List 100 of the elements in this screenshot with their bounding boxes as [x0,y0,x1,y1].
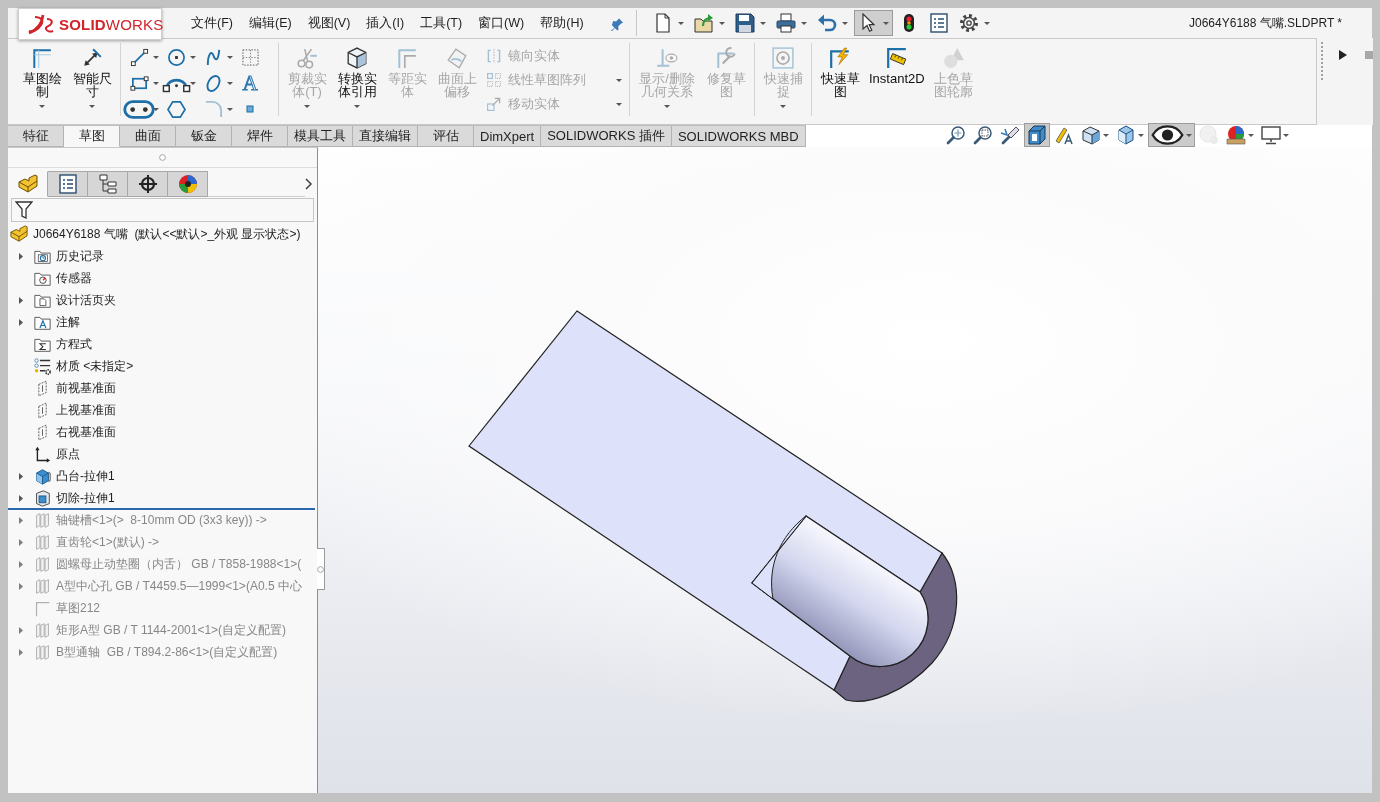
offset-lines-icon [396,47,418,69]
caret-icon [1248,133,1254,137]
ribbon-tab[interactable]: 直接编辑 [353,126,418,147]
ribbon-tab[interactable]: SOLIDWORKS MBD [671,126,806,147]
select-tool-button[interactable] [853,10,893,36]
menu-item[interactable]: 视图(V) [306,12,352,34]
expand-arrow-icon[interactable] [19,252,23,260]
curved-surface-icon [446,47,468,69]
menu-item[interactable]: 窗口(W) [477,12,526,34]
caret-icon [227,107,233,111]
tree-item[interactable]: 材质 <未指定> [8,355,136,377]
tree-item[interactable]: 矩形A型 GB / T 1144-2001<1>(自定义配置) [8,619,289,641]
menu-item[interactable]: 工具(T) [419,12,464,34]
ribbon-tab[interactable]: 草图 [64,126,120,147]
tree-root-item[interactable]: J0664Y6188 气嘴 (默认<<默认>_外观 显示状态>) [8,223,303,245]
property-list-icon [57,174,78,194]
ribbon-tab[interactable]: DimXpert [474,126,542,147]
previous-view-icon [1000,125,1020,145]
tree-item[interactable]: 原点 [8,443,82,465]
expand-arrow-icon[interactable] [19,648,23,656]
panel-tab[interactable] [128,171,168,197]
expand-arrow-icon[interactable] [19,318,23,326]
logo-mark-icon [27,13,55,35]
tree-item[interactable]: 注解 [8,311,82,333]
caret-icon [841,21,848,25]
tree-item[interactable]: 右视基准面 [8,421,118,443]
ribbon-tab[interactable]: 钣金 [176,126,232,147]
tree-item[interactable]: 上视基准面 [8,399,118,421]
view-settings-button[interactable] [1258,123,1292,147]
dashed-plane-icon [37,401,47,419]
expand-arrow-icon[interactable] [19,472,23,480]
ruler-frame-icon [885,47,908,69]
tree-item[interactable]: 直齿轮<1>(默认) -> [8,531,162,553]
printer-icon [775,13,796,33]
smart-dimension-button[interactable]: 智能尺寸 [69,43,115,116]
tree-item[interactable]: 历史记录 [8,245,106,267]
play-arrow-icon [1339,50,1347,60]
menu-item[interactable]: 文件(F) [190,12,234,34]
ribbon-tab[interactable]: 特征 [8,126,64,147]
chevron-right-icon[interactable] [305,178,312,190]
ribbon-tab[interactable]: 曲面 [120,126,176,147]
folder-arrow-icon [693,13,714,33]
caret-icon [153,81,159,85]
funnel-icon [15,201,33,219]
expand-arrow-icon[interactable] [19,516,23,524]
caret-icon [1283,133,1289,137]
dimension-arrow-icon [81,47,103,69]
tree-item[interactable]: B型通轴 GB / T894.2-86<1>(自定义配置) [8,641,280,663]
menu-item[interactable]: 帮助(H) [539,12,585,34]
ribbon-tab[interactable]: 模具工具 [288,126,353,147]
stacked-plates-icon [33,533,51,551]
tree-item[interactable]: A型中心孔 GB / T4459.5—1999<1>(A0.5 中心 [8,575,304,597]
expand-arrow-icon[interactable] [19,494,23,502]
instant2d-button[interactable]: Instant2D [867,43,927,116]
panel-tab[interactable] [168,171,208,197]
tree-item[interactable]: 切除-拉伸1 [8,487,117,509]
ribbon-tab[interactable]: SOLIDWORKS 插件 [541,126,672,147]
caret-icon [1138,133,1144,137]
panel-grip-handle[interactable] [317,548,325,590]
expand-arrow-icon[interactable] [19,296,23,304]
ellipse-icon [203,73,223,93]
cone-sphere-icon [942,47,965,69]
hide-show-button[interactable] [1148,123,1195,147]
expand-arrow-icon[interactable] [19,560,23,568]
caret-icon [718,21,725,25]
tree-item[interactable]: 传感器 [8,267,94,289]
expand-arrow-icon[interactable] [19,538,23,546]
color-wheel-icon [177,174,198,194]
ribbon-tab[interactable]: 焊件 [232,126,288,147]
caret-icon [616,78,622,82]
caret-icon [759,21,766,25]
caret-icon [616,102,622,106]
expand-arrow-icon[interactable] [19,582,23,590]
tree-item[interactable]: 草图212 [8,597,103,619]
color-sphere-icon [1226,125,1246,145]
menu-item[interactable]: 编辑(E) [247,12,293,34]
tree-item[interactable]: 凸台-拉伸1 [8,465,117,487]
sketch-corner-icon [33,599,51,617]
rapid-sketch-button[interactable]: 快速草图 [817,43,863,116]
filter-field[interactable] [11,198,314,222]
tree-item[interactable]: 设计活页夹 [8,289,118,311]
part-block-icon [17,174,38,194]
pencil-letter-icon [1054,125,1074,145]
section-view-button[interactable] [1024,123,1050,147]
scene-button[interactable] [1223,123,1257,147]
menu-item[interactable]: 插入(I) [365,12,406,34]
shaded-cube-icon [1116,125,1136,145]
caret-icon [153,107,159,111]
sketch-button[interactable]: 草图绘制 [19,43,65,116]
caret-icon [664,105,670,108]
tree-item[interactable]: 轴键槽<1>(> 8-10mm OD (3x3 key)) -> [8,509,269,531]
expand-arrow-icon[interactable] [19,626,23,634]
tree-item[interactable]: 圆螺母止动垫圈（内舌） GB / T858-1988<1>( [8,553,304,575]
perpendicular-eye-icon [656,47,678,69]
convert-entities-button[interactable]: 转换实体引用 [334,43,380,116]
tree-item[interactable]: 方程式 [8,333,94,355]
ribbon-tab[interactable]: 评估 [418,126,474,147]
tree-item[interactable]: 前视基准面 [8,377,118,399]
caret-icon [190,55,196,59]
caret-icon [227,55,233,59]
